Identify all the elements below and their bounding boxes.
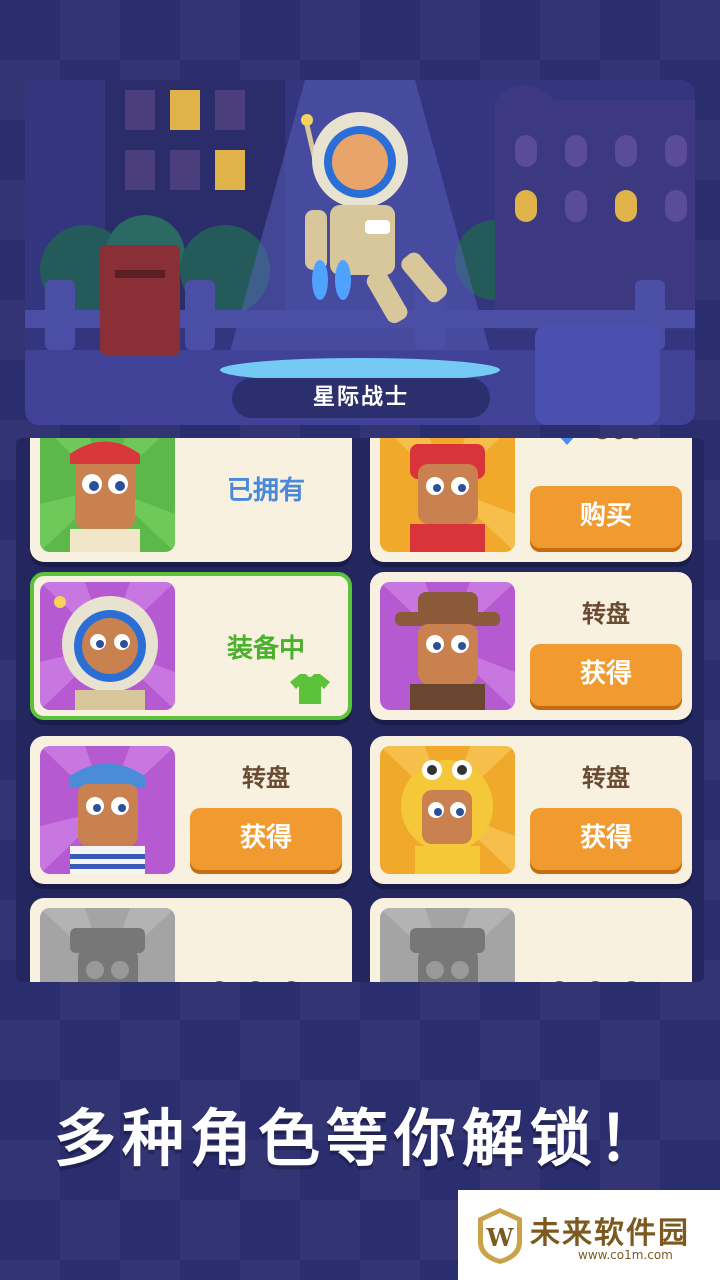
- source-label: 转盘: [242, 764, 290, 792]
- character-card-wheel[interactable]: 转盘 获得: [370, 736, 692, 884]
- chick-costume-character-icon: [380, 746, 515, 874]
- character-card-wheel[interactable]: 转盘 获得: [30, 736, 352, 884]
- character-card-equipped[interactable]: 装备中: [30, 572, 352, 720]
- astronaut-character-icon: [40, 582, 175, 710]
- character-stage: 星际战士: [25, 80, 695, 425]
- source-label: 转盘: [582, 764, 630, 792]
- character-portrait: [40, 582, 175, 710]
- character-card-locked[interactable]: ？？？: [30, 898, 352, 982]
- shirt-icon: [290, 674, 330, 704]
- buy-button[interactable]: 购买: [530, 486, 682, 548]
- red-cap-character-icon: [40, 438, 175, 552]
- character-name-plate: 星际战士: [232, 378, 490, 418]
- get-button[interactable]: 获得: [530, 808, 682, 870]
- cowboy-character-icon: [380, 582, 515, 710]
- character-grid[interactable]: 已拥有 800 购买: [16, 438, 704, 982]
- samurai-character-icon: [380, 438, 515, 552]
- diamond-icon: [560, 438, 574, 445]
- unknown-status: ？？？: [180, 938, 352, 982]
- unknown-status: ？？？: [520, 938, 692, 982]
- character-portrait: [40, 746, 175, 874]
- character-portrait: [40, 438, 175, 552]
- price-value: 800: [594, 438, 644, 446]
- get-button[interactable]: 获得: [530, 644, 682, 706]
- get-button[interactable]: 获得: [190, 808, 342, 870]
- promo-tagline: 多种角色等你解锁！: [53, 1102, 666, 1175]
- character-card-wheel[interactable]: 转盘 获得: [370, 572, 692, 720]
- character-portrait: [380, 582, 515, 710]
- source-label: 转盘: [582, 600, 630, 628]
- watermark-name: 未来软件园: [530, 1216, 690, 1251]
- character-portrait: [40, 908, 175, 982]
- character-portrait: [380, 908, 515, 982]
- character-card-locked[interactable]: ？？？: [370, 898, 692, 982]
- watermark-logo-icon: W: [478, 1208, 522, 1264]
- owned-status: 已拥有: [226, 475, 305, 506]
- watermark-url: www.co1m.com: [578, 1248, 673, 1262]
- character-portrait: [380, 438, 515, 552]
- locked-character-icon: [380, 908, 515, 982]
- svg-text:W: W: [486, 1223, 515, 1252]
- price-tag: 800: [550, 438, 644, 446]
- sailor-character-icon: [40, 746, 175, 874]
- stage-scene: [25, 80, 695, 425]
- character-card-buy[interactable]: 800 购买: [370, 438, 692, 562]
- watermark: W 未来软件园 www.co1m.com: [458, 1190, 720, 1280]
- locked-character-icon: [40, 908, 175, 982]
- character-portrait: [380, 746, 515, 874]
- character-card-owned[interactable]: 已拥有: [30, 438, 352, 562]
